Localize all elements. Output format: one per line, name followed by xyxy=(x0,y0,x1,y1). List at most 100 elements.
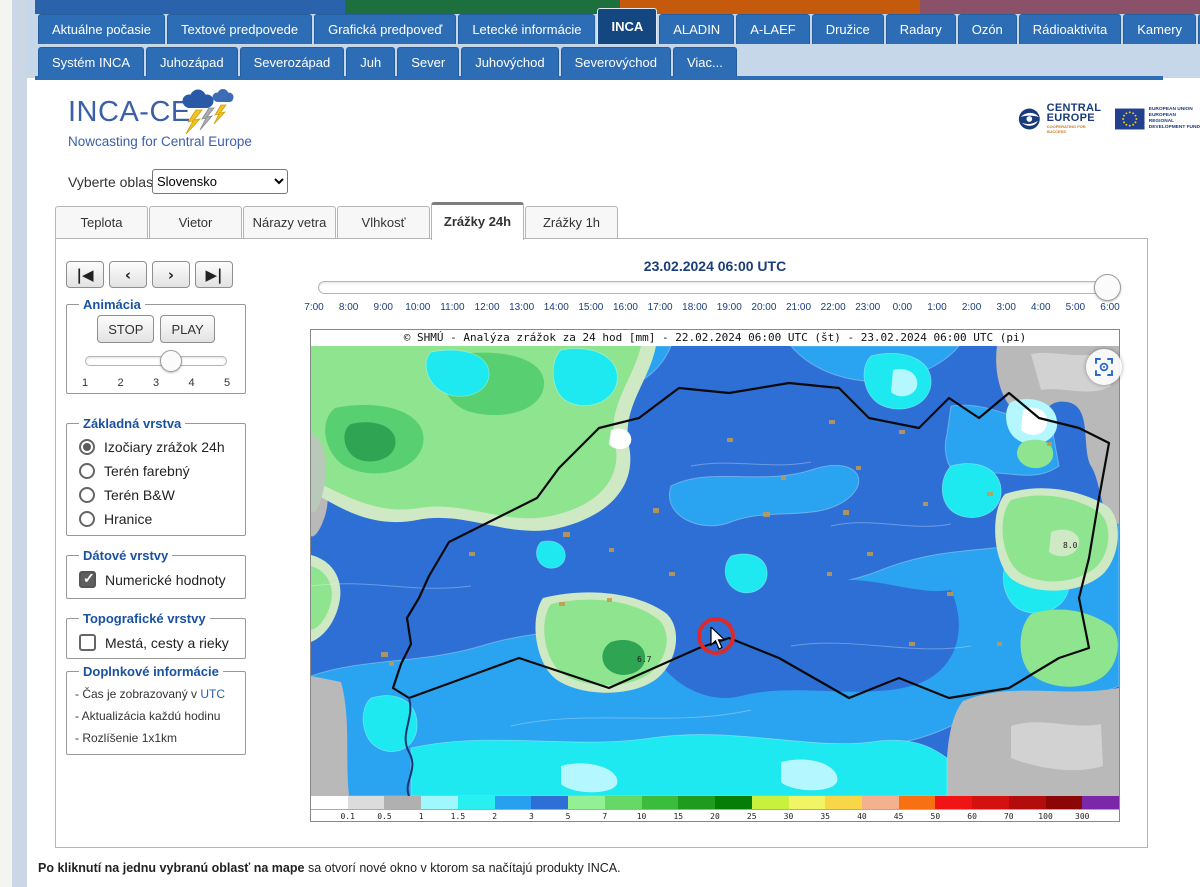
tick-6-00: 6:00 xyxy=(1100,302,1119,313)
product-tab-n-razy-vetra[interactable]: Nárazy vetra xyxy=(243,206,336,239)
animation-speed-handle[interactable] xyxy=(160,350,182,372)
radio-icon[interactable] xyxy=(79,463,95,479)
scale-label-35: 35 xyxy=(820,812,830,821)
tick-19-00: 19:00 xyxy=(717,302,742,313)
tick-12-00: 12:00 xyxy=(475,302,500,313)
precipitation-map[interactable]: © SHMÚ - Analýza zrážok za 24 hod [mm] -… xyxy=(310,329,1120,822)
precipitation-map-image[interactable]: 6.7 8.0 xyxy=(311,346,1119,796)
nav-tab-dru-ice[interactable]: Družice xyxy=(812,14,884,44)
product-tab-zr-ky-1h[interactable]: Zrážky 1h xyxy=(525,206,618,239)
scale-label-30: 30 xyxy=(784,812,794,821)
topo-layer-option-mest-cesty-a-rieky[interactable]: Mestá, cesty a rieky xyxy=(79,634,237,651)
footer-note-rest: sa otvorí nové okno v ktorom sa načítajú… xyxy=(304,861,620,875)
scale-segment-12 xyxy=(752,796,789,809)
tick-18-00: 18:00 xyxy=(682,302,707,313)
animation-speed-slider[interactable] xyxy=(85,356,227,366)
base-layer-legend: Základná vrstva xyxy=(79,416,185,431)
nav-tab-grafick-predpove[interactable]: Grafická predpoveď xyxy=(314,14,456,44)
scale-segment-17 xyxy=(935,796,972,809)
map-title: © SHMÚ - Analýza zrážok za 24 hod [mm] -… xyxy=(311,330,1119,346)
nav-tab-aladin[interactable]: ALADIN xyxy=(659,14,734,44)
base-layer-option-ter-n-b-w[interactable]: Terén B&W xyxy=(79,487,237,503)
scale-label-5: 5 xyxy=(566,812,571,821)
nav-tab-leteck-inform-cie[interactable]: Letecké informácie xyxy=(458,14,595,44)
tick-15-00: 15:00 xyxy=(578,302,603,313)
nav-tab-aktu-lne-po-asie[interactable]: Aktuálne počasie xyxy=(38,14,165,44)
region-tab-syst-m-inca[interactable]: Systém INCA xyxy=(38,47,144,77)
scale-segment-8 xyxy=(605,796,642,809)
scale-label-0-5: 0.5 xyxy=(377,812,391,821)
nav-tab-kamery[interactable]: Kamery xyxy=(1123,14,1196,44)
nav-tab-a-laef[interactable]: A-LAEF xyxy=(736,14,810,44)
product-tabs: TeplotaVietorNárazy vetraVlhkosťZrážky 2… xyxy=(55,206,619,240)
radio-selected-icon[interactable] xyxy=(79,439,95,455)
scale-segment-1 xyxy=(348,796,385,809)
nav-tab-inca[interactable]: INCA xyxy=(597,8,657,44)
scale-segment-6 xyxy=(531,796,568,809)
data-layer-option-numerick-hodnoty[interactable]: Numerické hodnoty xyxy=(79,571,237,588)
region-select-label: Vyberte oblasť: xyxy=(68,174,162,190)
region-tab-severoz-pad[interactable]: Severozápad xyxy=(240,47,345,77)
first-frame-button[interactable]: |◀ xyxy=(66,261,104,288)
product-tab-zr-ky-24h[interactable]: Zrážky 24h xyxy=(431,202,524,240)
utc-link[interactable]: UTC xyxy=(200,687,225,701)
last-frame-button[interactable]: ▶| xyxy=(195,261,233,288)
central-europe-globe-icon xyxy=(1016,105,1043,133)
radio-icon[interactable] xyxy=(79,487,95,503)
topo-layers-legend: Topografické vrstvy xyxy=(79,611,210,626)
tick-0-00: 0:00 xyxy=(893,302,912,313)
tick-2-00: 2:00 xyxy=(962,302,981,313)
nav-tab-textov-predpovede[interactable]: Textové predpovede xyxy=(167,14,312,44)
region-tab-juhoz-pad[interactable]: Juhozápad xyxy=(146,47,238,77)
speed-label-2: 2 xyxy=(117,377,123,389)
scale-label-25: 25 xyxy=(747,812,757,821)
tick-11-00: 11:00 xyxy=(440,302,464,313)
product-tab-vlhkos[interactable]: Vlhkosť xyxy=(337,206,430,239)
region-tab-viac[interactable]: Viac... xyxy=(673,47,737,77)
data-layer-option-label: Numerické hodnoty xyxy=(105,572,226,588)
radio-icon[interactable] xyxy=(79,511,95,527)
region-tab-juh[interactable]: Juh xyxy=(346,47,395,77)
tick-3-00: 3:00 xyxy=(996,302,1015,313)
speed-label-4: 4 xyxy=(188,377,194,389)
base-layer-option-ter-n-farebn[interactable]: Terén farebný xyxy=(79,463,237,479)
nav-tab-oz-n[interactable]: Ozón xyxy=(958,14,1017,44)
next-frame-button[interactable]: › xyxy=(152,261,190,288)
checkbox-checked-icon[interactable] xyxy=(79,571,96,588)
stop-button[interactable]: STOP xyxy=(97,315,154,343)
base-layer-option-label: Hranice xyxy=(104,511,152,527)
site-logo-title: INCA-CE xyxy=(68,96,191,129)
timeline-slider[interactable] xyxy=(318,281,1109,294)
info-line-1: - Čas je zobrazovaný v UTC xyxy=(75,687,237,701)
map-screenshot-button[interactable] xyxy=(1086,349,1122,385)
region-select[interactable]: Slovensko xyxy=(152,169,288,194)
scale-segment-2 xyxy=(384,796,421,809)
product-tab-teplota[interactable]: Teplota xyxy=(55,206,148,239)
strip-segment-blue xyxy=(35,0,345,14)
nav-tab-radary[interactable]: Radary xyxy=(886,14,956,44)
product-tab-vietor[interactable]: Vietor xyxy=(149,206,242,239)
region-tab-severov-chod[interactable]: Severovýchod xyxy=(561,47,671,77)
previous-frame-button[interactable]: ‹ xyxy=(109,261,147,288)
timeline-slider-handle[interactable] xyxy=(1094,274,1121,301)
strip-segment-orange xyxy=(620,0,920,14)
footer-note: Po kliknutí na jednu vybranú oblasť na m… xyxy=(38,861,621,875)
base-layer-option-izo-iary-zr-ok-24h[interactable]: Izočiary zrážok 24h xyxy=(79,439,237,455)
secondary-nav: Systém INCAJuhozápadSeverozápadJuhSeverJ… xyxy=(38,47,737,77)
scale-segment-3 xyxy=(421,796,458,809)
nav-tab-r-dioaktivita[interactable]: Rádioaktivita xyxy=(1019,14,1121,44)
topo-layer-option-label: Mestá, cesty a rieky xyxy=(105,635,229,651)
region-tab-sever[interactable]: Sever xyxy=(397,47,459,77)
tick-17-00: 17:00 xyxy=(648,302,673,313)
animation-legend: Animácia xyxy=(79,297,145,312)
region-tab-juhov-chod[interactable]: Juhovýchod xyxy=(461,47,558,77)
base-layer-option-hranice[interactable]: Hranice xyxy=(79,511,237,527)
screenshot-icon xyxy=(1094,357,1114,377)
play-button[interactable]: PLAY xyxy=(160,315,214,343)
checkbox-icon[interactable] xyxy=(79,634,96,651)
scale-segment-11 xyxy=(715,796,752,809)
scale-label-100: 100 xyxy=(1038,812,1052,821)
scale-segment-15 xyxy=(862,796,899,809)
scale-segment-5 xyxy=(495,796,532,809)
tick-21-00: 21:00 xyxy=(786,302,811,313)
